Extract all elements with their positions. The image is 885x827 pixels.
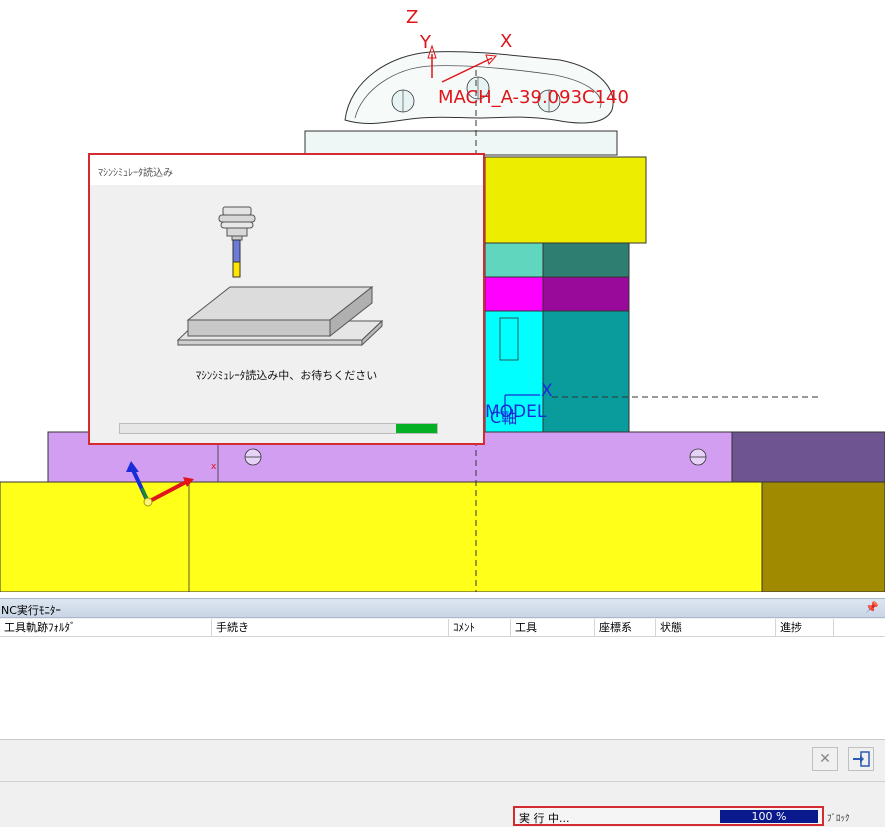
execution-progress-bar: 100 %	[720, 810, 818, 823]
column-header-status[interactable]: 状態	[656, 619, 776, 637]
axis-y-label: Y	[420, 32, 431, 53]
teal-block-left	[484, 242, 544, 278]
fixture-plate	[304, 130, 618, 156]
column-header-coordinate-system[interactable]: 座標系	[595, 619, 656, 637]
dialog-message: ﾏｼﾝｼﾐｭﾚｰﾀ読込み中、お待ちください	[195, 369, 378, 382]
execution-status-panel: 実 行 中... 100 %	[513, 806, 824, 826]
simulator-loading-dialog: ﾏｼﾝｼﾐｭﾚｰﾀ読込み ﾏｼﾝｼﾐｭﾚｰﾀ読込み中、お待ちください	[88, 153, 485, 445]
column-header-comment[interactable]: ｺﾒﾝﾄ	[449, 619, 511, 637]
column-header-tool[interactable]: 工具	[511, 619, 595, 637]
dialog-title: ﾏｼﾝｼﾐｭﾚｰﾀ読込み	[98, 168, 173, 179]
column-header-toolpath-folder[interactable]: 工具軌跡ﾌｫﾙﾀﾞ	[0, 619, 212, 637]
monitor-header: NC実行ﾓﾆﾀｰ 📌	[0, 598, 885, 618]
yellow-table-dark	[761, 481, 885, 592]
block-label: ﾌﾞﾛｯｸ	[827, 814, 850, 824]
column-header-procedure[interactable]: 手続き	[212, 619, 449, 637]
nc-monitor-table[interactable]: 工具軌跡ﾌｫﾙﾀﾞ 手続き ｺﾒﾝﾄ 工具 座標系 状態 進捗	[0, 619, 885, 740]
teal-block-right	[542, 242, 630, 278]
exit-button[interactable]	[848, 747, 874, 771]
column-header-filler	[834, 619, 885, 637]
origin-x-label: x	[211, 462, 217, 472]
dialog-progress-bar	[119, 423, 438, 434]
machine-coordinate-label: MACH_A-39.093C140	[438, 87, 629, 108]
dialog-progress-fill	[395, 424, 437, 433]
execution-status-text: 実 行 中...	[519, 812, 570, 825]
dialog-titlebar[interactable]: ﾏｼﾝｼﾐｭﾚｰﾀ読込み	[90, 155, 483, 185]
magenta-block-right	[542, 276, 630, 312]
cancel-icon: ✕	[819, 751, 831, 767]
pin-icon[interactable]: 📌	[865, 601, 879, 614]
status-bar: 実 行 中... 100 % ﾌﾞﾛｯｸ	[0, 781, 885, 827]
magenta-block-left	[484, 276, 544, 312]
axis-x-label: X	[500, 31, 513, 52]
exit-icon	[853, 751, 870, 767]
monitor-title: NC実行ﾓﾆﾀｰ	[1, 604, 61, 617]
machine-tool-illustration-icon	[176, 206, 384, 347]
model-x-axis-label: X	[541, 381, 553, 401]
axis-z-label: Z	[406, 7, 419, 28]
c-axis-label: C軸	[490, 408, 518, 427]
yellow-block-upper	[484, 156, 647, 244]
nc-execution-monitor: NC実行ﾓﾆﾀｰ 📌 工具軌跡ﾌｫﾙﾀﾞ 手続き ｺﾒﾝﾄ 工具 座標系 状態 …	[0, 598, 885, 781]
cancel-button[interactable]: ✕	[812, 747, 838, 771]
yellow-table	[0, 481, 763, 592]
cyan-block-right	[542, 310, 630, 433]
lavender-base-dark	[731, 431, 885, 483]
column-header-progress[interactable]: 進捗	[776, 619, 834, 637]
